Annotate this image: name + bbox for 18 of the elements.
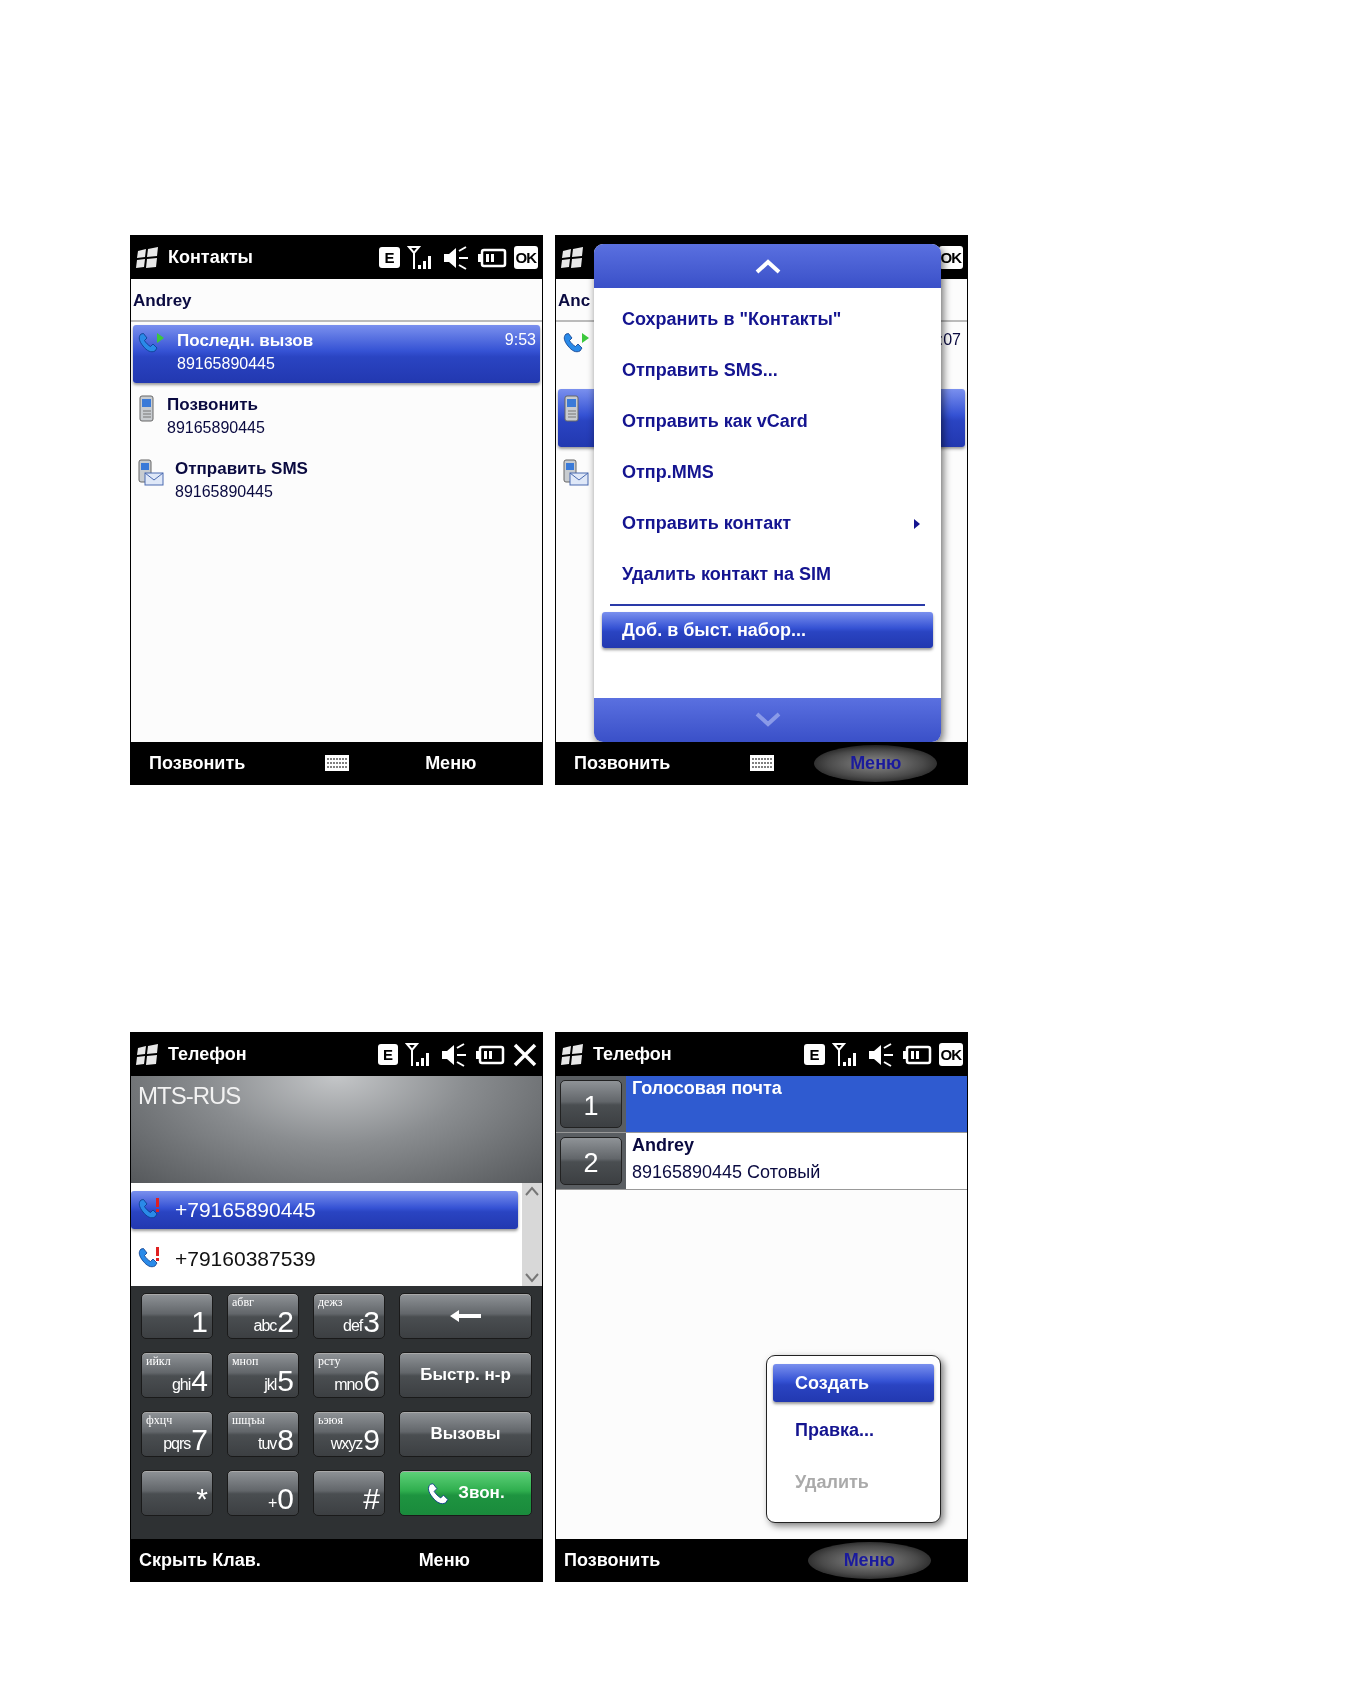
- call-time: 9:53: [504, 331, 536, 349]
- entry-name: Голосовая почта: [632, 1078, 783, 1099]
- entry-detail: 89165890445 Сотовый: [632, 1162, 822, 1183]
- item-title: Последн. вызов: [177, 331, 315, 351]
- network-badge: E: [804, 1044, 825, 1065]
- phone-number: 89165890445: [175, 483, 274, 501]
- phone-number: 89165890445: [167, 419, 266, 437]
- phone-number: 89165890445: [177, 355, 276, 373]
- carrier-name: MTS-RUS: [138, 1082, 241, 1109]
- entry-name: Andrey: [632, 1135, 695, 1156]
- network-badge: E: [379, 247, 400, 268]
- network-badge: E: [378, 1044, 398, 1065]
- contact-name: Andrey: [131, 279, 542, 322]
- item-title: Позвонить: [167, 395, 259, 415]
- window-title: Контакты: [168, 247, 253, 268]
- item-title: Отправить SMS: [175, 459, 309, 479]
- window-title: Телефон: [168, 1044, 247, 1065]
- window-title: Телефон: [593, 1044, 672, 1065]
